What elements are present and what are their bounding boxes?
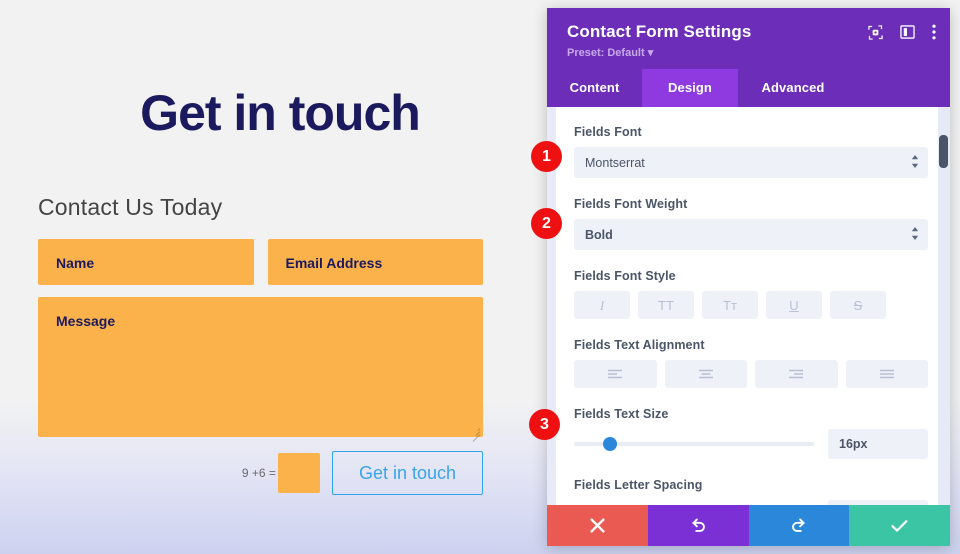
- preset-selector[interactable]: Preset: Default ▾: [567, 46, 932, 59]
- underline-icon: U: [789, 297, 799, 313]
- contact-form-settings-modal: Contact Form Settings Preset: Default ▾: [547, 8, 950, 546]
- panel-layout-icon[interactable]: [900, 25, 915, 39]
- more-vertical-icon[interactable]: [932, 24, 936, 40]
- save-button[interactable]: [849, 505, 950, 546]
- setting-fields-font-weight: Fields Font Weight Bold: [574, 197, 928, 250]
- align-left-icon: [608, 369, 623, 379]
- annotation-marker-2: 2: [531, 208, 562, 239]
- resize-handle-icon[interactable]: [470, 425, 481, 442]
- tab-advanced[interactable]: Advanced: [738, 69, 848, 107]
- underline-button[interactable]: U: [766, 291, 822, 319]
- fields-font-value: Montserrat: [585, 155, 645, 170]
- chevron-down-icon: ▾: [647, 47, 654, 59]
- check-icon: [891, 519, 908, 532]
- fields-font-weight-select[interactable]: Bold: [574, 219, 928, 250]
- modal-header: Contact Form Settings Preset: Default ▾: [547, 8, 950, 69]
- submit-button[interactable]: Get in touch: [331, 451, 483, 495]
- captcha-input[interactable]: [277, 453, 320, 493]
- modal-tabs: Content Design Advanced: [547, 69, 950, 107]
- form-row-top: Name Email Address: [38, 239, 483, 285]
- modal-header-icons: [868, 24, 936, 40]
- align-center-icon: [698, 369, 713, 379]
- uppercase-icon: TT: [658, 297, 674, 313]
- name-field[interactable]: Name: [38, 239, 254, 285]
- select-arrows-icon: [911, 154, 919, 171]
- fields-font-style-label: Fields Font Style: [574, 269, 676, 283]
- italic-icon: I: [599, 297, 605, 313]
- select-arrows-icon: [911, 226, 919, 243]
- align-left-button[interactable]: [574, 360, 657, 388]
- modal-footer: [547, 505, 950, 546]
- setting-fields-text-size: Fields Text Size 16px: [574, 407, 928, 459]
- setting-fields-letter-spacing: Fields Letter Spacing 0px: [574, 478, 928, 505]
- strikethrough-icon: S: [853, 297, 863, 313]
- setting-fields-font: Fields Font Montserrat: [574, 125, 928, 178]
- message-field-label: Message: [56, 313, 116, 329]
- fields-text-size-input[interactable]: 16px: [828, 429, 928, 459]
- align-center-button[interactable]: [664, 360, 747, 388]
- align-justify-button[interactable]: [845, 360, 928, 388]
- cancel-button[interactable]: [547, 505, 648, 546]
- form-submit-row: 9 +6 = Get in touch: [38, 451, 483, 495]
- strikethrough-button[interactable]: S: [830, 291, 886, 319]
- small-caps-icon: Tᴛ: [723, 297, 737, 313]
- scrollbar-thumb[interactable]: [939, 135, 948, 168]
- italic-button[interactable]: I: [574, 291, 630, 319]
- align-right-icon: [789, 369, 804, 379]
- focus-target-icon[interactable]: [868, 24, 883, 40]
- undo-button[interactable]: [647, 505, 749, 546]
- redo-button[interactable]: [748, 505, 850, 546]
- fields-font-weight-label: Fields Font Weight: [574, 197, 688, 211]
- fields-letter-spacing-label: Fields Letter Spacing: [574, 478, 703, 492]
- undo-icon: [691, 518, 705, 532]
- captcha-label: 9 +6 =: [241, 466, 276, 480]
- align-justify-icon: [879, 369, 894, 379]
- page-title: Get in touch: [140, 85, 421, 141]
- redo-icon: [792, 518, 806, 532]
- captcha: 9 +6 =: [242, 453, 320, 493]
- font-style-button-row: I TT Tᴛ U S: [574, 291, 928, 319]
- panel-scrollbar[interactable]: [938, 107, 950, 505]
- fields-text-alignment-label: Fields Text Alignment: [574, 338, 705, 352]
- annotation-marker-1: 1: [531, 141, 562, 172]
- email-field[interactable]: Email Address: [267, 239, 483, 285]
- text-alignment-button-row: [574, 360, 928, 388]
- fields-font-weight-value: Bold: [585, 227, 613, 242]
- fields-letter-spacing-input[interactable]: 0px: [828, 500, 928, 505]
- message-field[interactable]: Message: [38, 297, 483, 442]
- fields-letter-spacing-row: 0px: [574, 500, 928, 505]
- close-icon: [590, 518, 605, 533]
- fields-text-size-value: 16px: [839, 437, 868, 451]
- align-right-button[interactable]: [755, 360, 838, 388]
- setting-fields-text-alignment: Fields Text Alignment: [574, 338, 928, 388]
- fields-text-size-row: 16px: [574, 429, 928, 459]
- annotation-marker-3: 3: [529, 409, 560, 440]
- setting-fields-font-style: Fields Font Style I TT Tᴛ U S: [574, 269, 928, 319]
- small-caps-button[interactable]: Tᴛ: [702, 291, 758, 319]
- contact-form: Contact Us Today Name Email Address Mess…: [38, 194, 483, 495]
- uppercase-button[interactable]: TT: [638, 291, 694, 319]
- fields-font-select[interactable]: Montserrat: [574, 147, 928, 178]
- fields-text-size-label: Fields Text Size: [574, 407, 669, 421]
- settings-panel-body: Fields Font Montserrat Fields Font Weigh…: [547, 107, 950, 505]
- tab-design[interactable]: Design: [642, 69, 738, 107]
- tab-content[interactable]: Content: [547, 69, 642, 107]
- slider-thumb[interactable]: [603, 437, 617, 451]
- fields-font-label: Fields Font: [574, 125, 642, 139]
- form-heading: Contact Us Today: [38, 194, 223, 220]
- fields-text-size-slider[interactable]: [574, 437, 814, 451]
- preset-label: Preset: Default: [567, 47, 645, 59]
